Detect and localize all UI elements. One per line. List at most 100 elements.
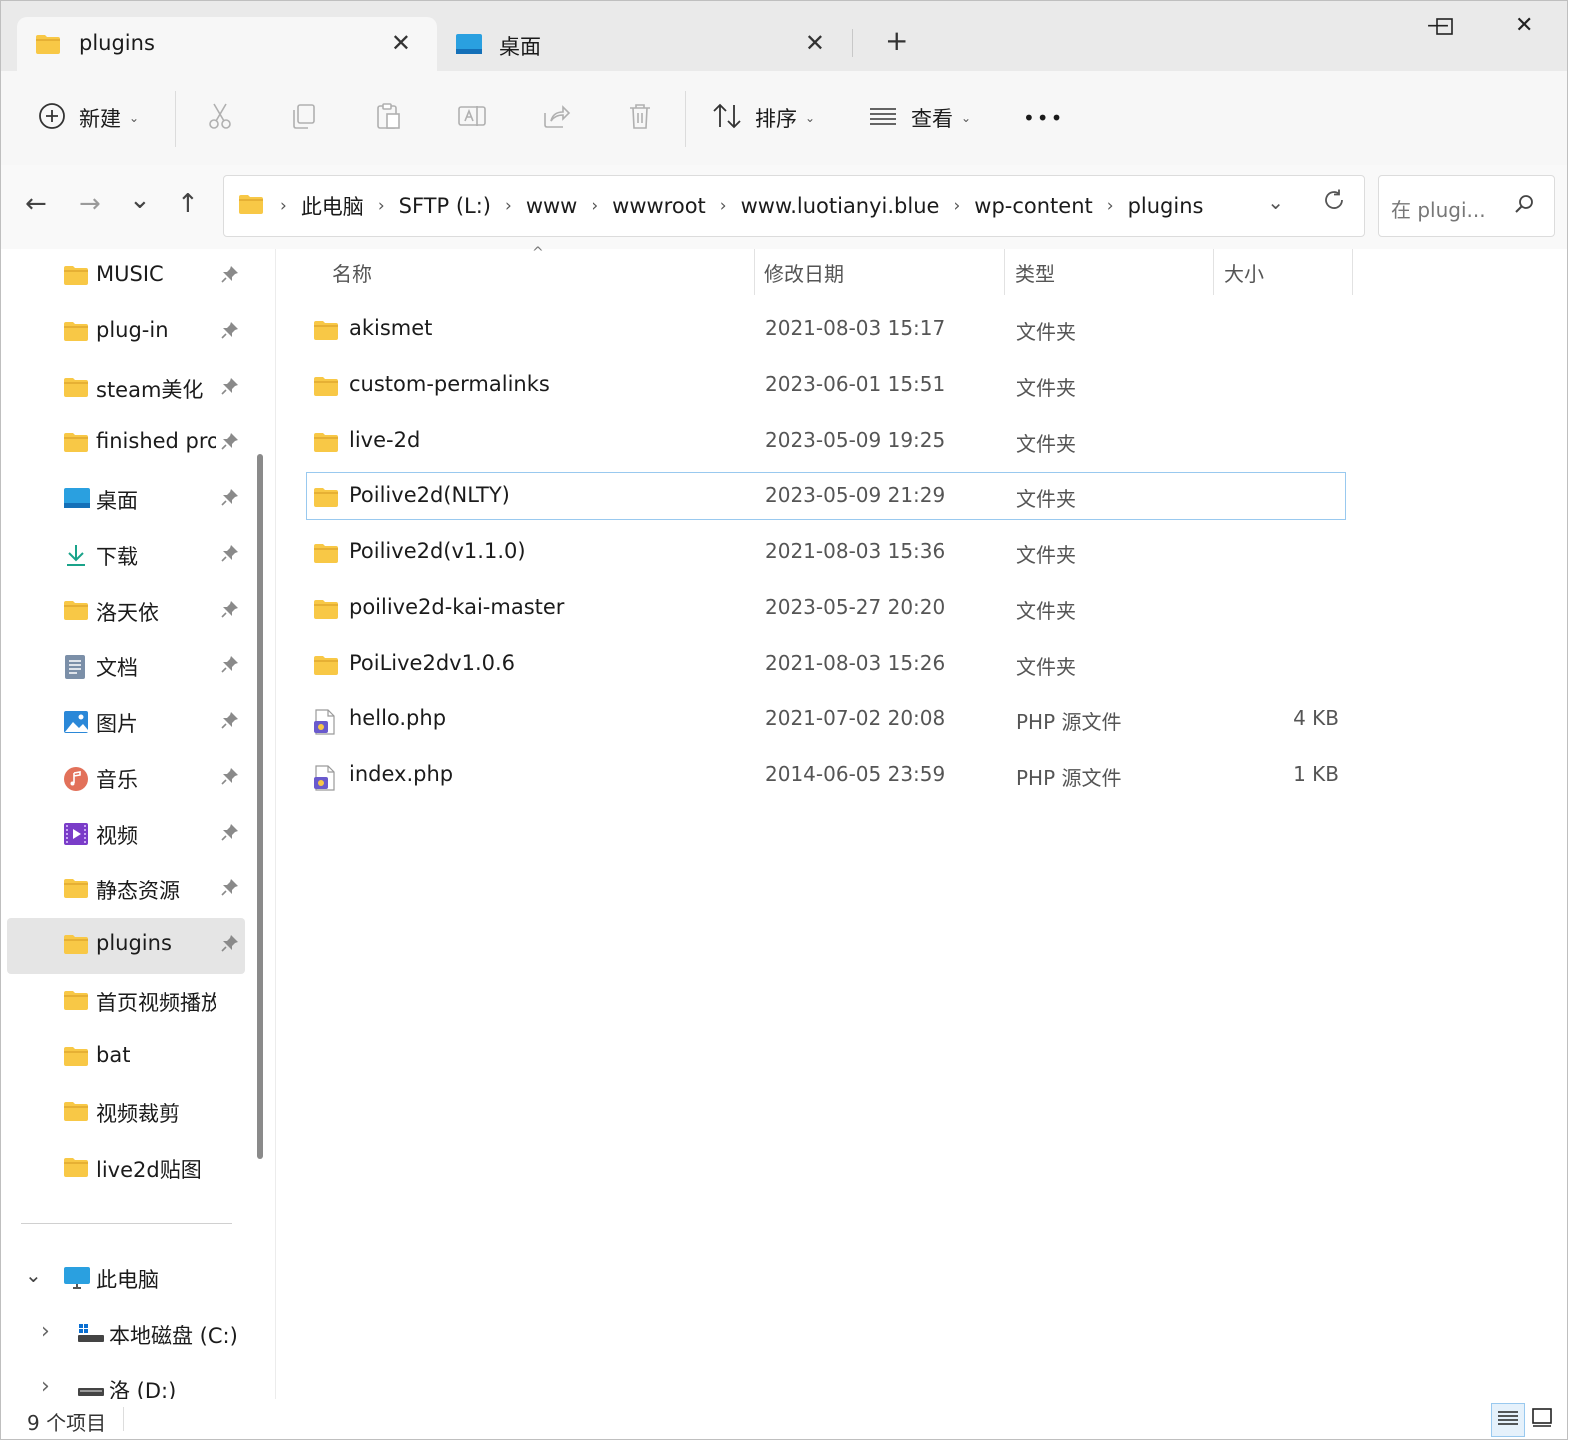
more-options-button[interactable]: ••• (1023, 71, 1064, 165)
pin-icon[interactable] (221, 321, 239, 343)
folder-icon (313, 319, 339, 345)
breadcrumb-item[interactable]: plugins (1128, 194, 1204, 218)
column-header-size[interactable]: 大小 (1224, 249, 1264, 295)
sort-button[interactable]: 排序 ⌄ (711, 71, 815, 165)
breadcrumb-item[interactable]: 此电脑 (301, 191, 364, 221)
chevron-right-icon[interactable]: › (720, 196, 727, 216)
copy-button[interactable] (289, 71, 319, 165)
chevron-right-icon[interactable]: › (378, 196, 385, 216)
pin-icon[interactable] (221, 767, 239, 789)
sidebar-item[interactable]: 静态资源 (7, 862, 245, 918)
sidebar-item[interactable]: plug-in (7, 305, 245, 361)
cut-button[interactable] (205, 71, 235, 165)
back-button[interactable]: ← (25, 191, 47, 217)
maximize-button[interactable] (1435, 15, 1455, 43)
sidebar-item[interactable]: live2d贴图 (7, 1141, 245, 1197)
sidebar-item[interactable]: 文档 (7, 639, 245, 695)
pin-icon[interactable] (221, 544, 239, 566)
delete-button[interactable] (625, 71, 655, 165)
pin-icon[interactable] (221, 655, 239, 677)
pin-icon[interactable] (221, 878, 239, 900)
column-header-type[interactable]: 类型 (1015, 249, 1055, 295)
sidebar-item-label: plugins (96, 931, 172, 955)
pin-icon[interactable] (221, 432, 239, 454)
file-row[interactable]: hello.php 2021-07-02 20:08 PHP 源文件 4 KB (306, 695, 1346, 743)
sidebar-item[interactable]: 图片 (7, 695, 245, 751)
breadcrumb-item[interactable]: wp-content (974, 194, 1092, 218)
chevron-right-icon[interactable]: › (41, 1319, 50, 1344)
close-tab-icon[interactable]: ✕ (391, 29, 411, 57)
sidebar-item[interactable]: 桌面 (7, 472, 245, 528)
folder-row[interactable]: live-2d 2023-05-09 19:25 文件夹 (306, 417, 1346, 465)
folder-row[interactable]: PoiLive2dv1.0.6 2021-08-03 15:26 文件夹 (306, 640, 1346, 688)
column-header-modified[interactable]: 修改日期 (764, 249, 844, 295)
sidebar-item[interactable]: 洛天依 (7, 584, 245, 640)
pin-icon[interactable] (221, 934, 239, 956)
forward-button[interactable]: → (79, 191, 101, 217)
chevron-down-icon: ⌄ (961, 111, 972, 125)
php-file-icon (313, 765, 337, 795)
sidebar-item[interactable]: 下载 (7, 528, 245, 584)
sidebar-item[interactable]: finished proj (7, 416, 245, 472)
column-divider[interactable] (754, 249, 755, 295)
share-button[interactable] (541, 71, 571, 165)
address-bar[interactable]: › 此电脑 › SFTP (L:) › www › wwwroot › www.… (223, 175, 1365, 237)
column-divider[interactable] (1004, 249, 1005, 295)
search-icon[interactable] (1512, 192, 1536, 220)
folder-row[interactable]: custom-permalinks 2023-06-01 15:51 文件夹 (306, 361, 1346, 409)
sidebar-item-drive[interactable]: › 本地磁盘 (C:) (7, 1307, 245, 1363)
pin-icon[interactable] (221, 600, 239, 622)
refresh-icon[interactable] (1322, 188, 1346, 218)
pin-icon[interactable] (221, 823, 239, 845)
breadcrumb-item[interactable]: wwwroot (612, 194, 706, 218)
new-button[interactable]: 新建 ⌄ (37, 71, 139, 165)
folder-row[interactable]: Poilive2d(v1.1.0) 2021-08-03 15:36 文件夹 (306, 528, 1346, 576)
column-divider[interactable] (1213, 249, 1214, 295)
column-divider[interactable] (1352, 249, 1353, 295)
tab-desktop[interactable]: 桌面 ✕ (437, 17, 851, 71)
close-tab-icon[interactable]: ✕ (805, 29, 825, 57)
sidebar-item[interactable]: MUSIC (7, 249, 245, 305)
sidebar-item[interactable]: 音乐 (7, 751, 245, 807)
chevron-right-icon[interactable]: › (591, 196, 598, 216)
sidebar-item[interactable]: bat (7, 1030, 245, 1086)
sidebar-item[interactable]: 首页视频播放 (7, 974, 245, 1030)
sidebar-item[interactable]: 视频裁剪 (7, 1085, 245, 1141)
folder-row[interactable]: akismet 2021-08-03 15:17 文件夹 (306, 305, 1346, 353)
chevron-down-icon[interactable]: ⌄ (25, 1263, 42, 1287)
folder-row[interactable]: Poilive2d(NLTY) 2023-05-09 21:29 文件夹 (306, 472, 1346, 521)
file-modified-date: 2021-07-02 20:08 (765, 706, 946, 731)
new-tab-button[interactable]: + (885, 27, 908, 55)
sidebar-item[interactable]: 视频 (7, 807, 245, 863)
sidebar-item-this-pc[interactable]: ⌄ 此电脑 (7, 1251, 245, 1307)
pin-icon[interactable] (221, 711, 239, 733)
sidebar-item[interactable]: plugins (7, 918, 245, 974)
chevron-right-icon[interactable]: › (1107, 196, 1114, 216)
tab-plugins[interactable]: plugins ✕ (17, 17, 437, 71)
pin-icon[interactable] (221, 377, 239, 399)
rename-button[interactable] (457, 71, 487, 165)
address-history-chevron-icon[interactable]: ⌄ (1267, 190, 1284, 214)
recent-locations-button[interactable]: ⌄ (129, 187, 151, 213)
chevron-right-icon[interactable]: › (953, 196, 960, 216)
pin-icon[interactable] (221, 265, 239, 287)
breadcrumb-item[interactable]: SFTP (L:) (399, 194, 491, 218)
breadcrumb-item[interactable]: www.luotianyi.blue (741, 194, 940, 218)
up-button[interactable]: ↑ (177, 191, 199, 217)
sidebar-scrollbar[interactable] (257, 454, 263, 1159)
close-window-button[interactable]: ✕ (1515, 13, 1533, 38)
paste-button[interactable] (373, 71, 403, 165)
breadcrumb-item[interactable]: www (526, 194, 578, 218)
sidebar-item[interactable]: steam美化 (7, 361, 245, 417)
chevron-right-icon[interactable]: › (505, 196, 512, 216)
pin-icon[interactable] (221, 488, 239, 510)
column-header-name[interactable]: 名称 (332, 249, 372, 295)
sidebar-item-drive[interactable]: › 洛 (D:) (7, 1362, 245, 1399)
large-icons-view-button[interactable] (1525, 1403, 1559, 1437)
folder-row[interactable]: poilive2d-kai-master 2023-05-27 20:20 文件夹 (306, 584, 1346, 632)
search-box[interactable]: 在 plugi... (1378, 175, 1555, 237)
file-row[interactable]: index.php 2014-06-05 23:59 PHP 源文件 1 KB (306, 751, 1346, 799)
chevron-right-icon[interactable]: › (41, 1374, 50, 1399)
details-view-button[interactable] (1491, 1403, 1525, 1437)
view-button[interactable]: 查看 ⌄ (867, 71, 971, 165)
